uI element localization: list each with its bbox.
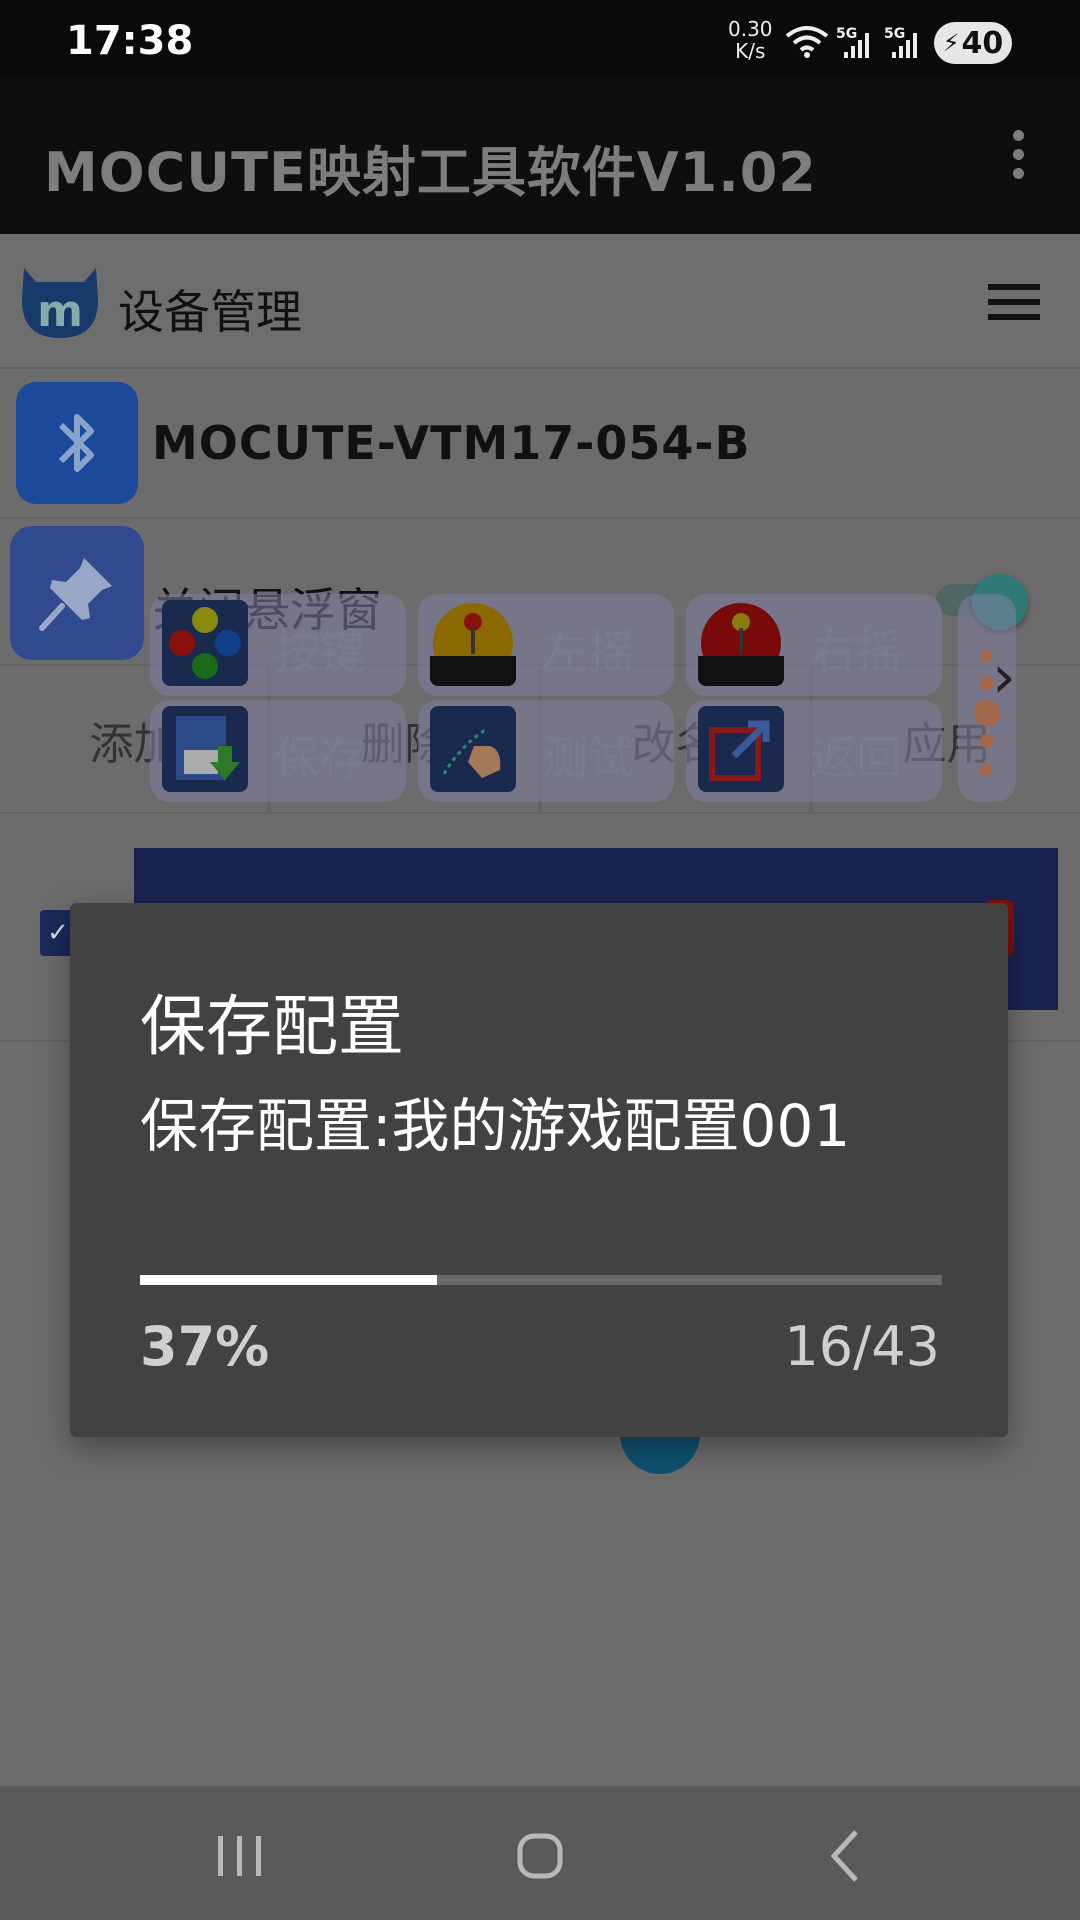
progress-count: 16/43 <box>784 1315 940 1378</box>
right-joystick-icon <box>698 603 784 686</box>
back-icon[interactable] <box>806 1816 886 1896</box>
status-bar: 17:38 0.30 K/s 5G 5G ⚡ 40 <box>0 0 1080 78</box>
panel-more-button[interactable]: › <box>958 594 1016 802</box>
device-management-header: m 设备管理 <box>0 234 1080 369</box>
page-title: 设备管理 <box>118 285 302 339</box>
test-label: 测试 <box>542 731 634 785</box>
dialog-title: 保存配置 <box>140 988 404 1065</box>
floating-mapping-panel: 按键 左摇 右摇 保存 测试 返回 › <box>150 594 1016 806</box>
return-icon <box>698 706 784 792</box>
progress-fill <box>140 1275 437 1285</box>
xyab-buttons-icon <box>162 600 248 686</box>
save-config-dialog: 保存配置 保存配置:我的游戏配置001 37% 16/43 <box>70 903 1008 1437</box>
recent-apps-icon[interactable] <box>200 1816 280 1896</box>
left-joystick-icon <box>430 603 516 686</box>
keys-button[interactable]: 按键 <box>150 594 406 696</box>
signal-icon <box>844 33 869 58</box>
left-stick-label: 左摇 <box>542 625 634 679</box>
progress-percent: 37% <box>140 1315 270 1378</box>
test-touch-icon <box>430 706 516 792</box>
left-stick-button[interactable]: 左摇 <box>418 594 674 696</box>
right-stick-button[interactable]: 右摇 <box>686 594 942 696</box>
right-stick-label: 右摇 <box>810 625 902 679</box>
clock: 17:38 <box>66 18 194 64</box>
app-title: MOCUTE映射工具软件V1.02 <box>44 141 817 204</box>
pin-icon <box>10 526 144 660</box>
chevron-right-icon: › <box>992 642 1016 712</box>
home-icon[interactable] <box>500 1816 580 1896</box>
signal-icon <box>892 33 917 58</box>
charging-icon: ⚡ <box>942 29 960 57</box>
return-label: 返回 <box>810 731 902 785</box>
dialog-message: 保存配置:我的游戏配置001 <box>140 1092 851 1160</box>
return-button[interactable]: 返回 <box>686 700 942 802</box>
save-label: 保存 <box>274 731 366 785</box>
hamburger-menu-icon[interactable] <box>988 284 1040 320</box>
save-button[interactable]: 保存 <box>150 700 406 802</box>
keys-label: 按键 <box>274 625 366 679</box>
overflow-menu-icon[interactable] <box>1004 130 1032 182</box>
save-disk-icon <box>162 706 248 792</box>
battery-indicator: ⚡ 40 <box>934 22 1012 64</box>
mocute-logo: m <box>22 268 98 338</box>
device-name: MOCUTE-VTM17-054-B <box>152 416 751 470</box>
wifi-icon <box>785 26 829 58</box>
progress-bar <box>140 1275 942 1285</box>
app-bar: MOCUTE映射工具软件V1.02 <box>0 78 1080 234</box>
system-nav-bar <box>0 1786 1080 1920</box>
network-speed: 0.30 K/s <box>728 17 773 63</box>
test-button[interactable]: 测试 <box>418 700 674 802</box>
svg-text:m: m <box>37 286 83 337</box>
bluetooth-icon <box>16 382 138 504</box>
